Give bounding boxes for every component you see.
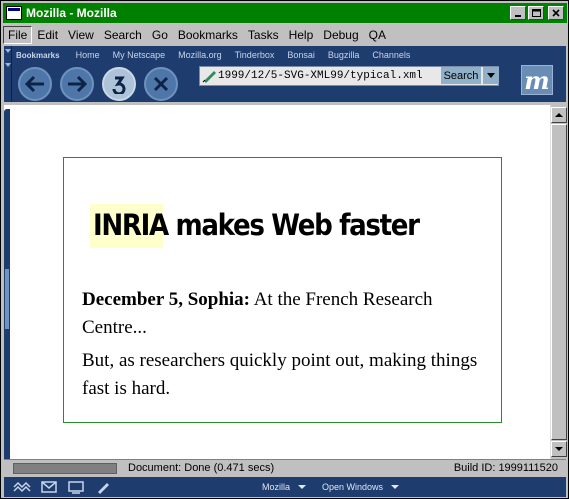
scroll-down-icon xyxy=(555,447,563,451)
mozilla-menu[interactable]: Mozilla xyxy=(262,482,307,492)
toolbar-grip[interactable] xyxy=(4,46,12,102)
scroll-down-button[interactable] xyxy=(551,441,567,457)
mozilla-menu-caret-icon xyxy=(298,485,307,489)
vertical-scrollbar[interactable] xyxy=(550,105,567,459)
mail-icon[interactable] xyxy=(40,480,58,494)
menu-view[interactable]: View xyxy=(63,26,99,44)
build-id: Build ID: 1999111520 xyxy=(453,462,558,474)
stop-icon xyxy=(153,76,169,92)
bookmarks-button[interactable]: Bookmarks xyxy=(16,51,60,60)
progress-meter xyxy=(13,462,117,474)
maximize-icon xyxy=(531,9,541,17)
sidebar-grip[interactable] xyxy=(4,109,10,459)
link-home[interactable]: Home xyxy=(76,50,100,60)
reload-button[interactable] xyxy=(102,67,136,101)
close-icon xyxy=(552,9,560,17)
forward-arrow-icon xyxy=(68,75,88,93)
link-bugzilla[interactable]: Bugzilla xyxy=(328,50,360,60)
forward-button[interactable] xyxy=(60,67,94,101)
headline: INRIA makes Web faster xyxy=(93,208,420,242)
content-area: INRIA makes Web faster December 5, Sophi… xyxy=(4,105,550,459)
back-arrow-icon xyxy=(24,75,44,93)
search-button[interactable]: Search xyxy=(441,67,481,84)
title-bar: Mozilla - Mozilla xyxy=(3,3,567,23)
search-dropdown-icon[interactable] xyxy=(483,67,499,84)
minimize-icon xyxy=(515,15,521,17)
open-windows-label: Open Windows xyxy=(322,482,384,492)
minimize-button[interactable] xyxy=(510,6,526,20)
menu-bookmarks[interactable]: Bookmarks xyxy=(173,26,243,44)
link-tinderbox[interactable]: Tinderbox xyxy=(235,50,275,60)
paragraph-2: But, as researchers quickly point out, m… xyxy=(82,350,478,399)
window-app-icon[interactable] xyxy=(6,6,22,20)
menu-search[interactable]: Search xyxy=(99,26,147,44)
reload-icon xyxy=(112,76,126,94)
maximize-button[interactable] xyxy=(528,6,544,20)
open-windows-menu[interactable]: Open Windows xyxy=(322,482,400,492)
menu-go[interactable]: Go xyxy=(147,26,173,44)
status-bar: Document: Done (0.471 secs) Build ID: 19… xyxy=(4,459,566,476)
scroll-thumb[interactable] xyxy=(551,124,567,440)
link-mozilla-org[interactable]: Mozilla.org xyxy=(178,50,222,60)
back-button[interactable] xyxy=(18,67,52,101)
mozilla-logo[interactable]: m xyxy=(521,65,553,95)
sidebar-grip-knob[interactable] xyxy=(5,269,9,329)
menu-edit[interactable]: Edit xyxy=(32,26,63,44)
browser-window: Mozilla - Mozilla File Edit View Search … xyxy=(0,0,569,499)
link-channels[interactable]: Channels xyxy=(372,50,410,60)
menu-bar: File Edit View Search Go Bookmarks Tasks… xyxy=(3,25,567,45)
close-button[interactable] xyxy=(548,6,564,20)
edit-icon[interactable] xyxy=(94,480,112,494)
scroll-up-icon xyxy=(555,113,563,117)
link-my-netscape[interactable]: My Netscape xyxy=(113,50,166,60)
dateline: December 5, Sophia: xyxy=(82,289,250,310)
open-windows-caret-icon xyxy=(391,485,400,489)
headline-highlight-text: INRIA xyxy=(93,208,169,242)
composer-icon[interactable] xyxy=(67,480,85,494)
stop-button[interactable] xyxy=(144,67,178,101)
menu-qa[interactable]: QA xyxy=(364,26,391,44)
navigator-icon[interactable] xyxy=(13,480,31,494)
headline-rest-text: makes Web faster xyxy=(167,208,420,242)
menu-file[interactable]: File xyxy=(3,26,33,44)
menu-debug[interactable]: Debug xyxy=(318,26,363,44)
link-bonsai[interactable]: Bonsai xyxy=(287,50,315,60)
navigation-toolbar: Bookmarks Home My Netscape Mozilla.org T… xyxy=(4,46,566,102)
mozilla-menu-label: Mozilla xyxy=(262,482,291,492)
menu-tasks[interactable]: Tasks xyxy=(243,26,284,44)
collapse-nav-icon[interactable] xyxy=(5,63,11,67)
page-proxy-icon[interactable] xyxy=(202,69,218,83)
menu-help[interactable]: Help xyxy=(284,26,319,44)
status-text: Document: Done (0.471 secs) xyxy=(128,462,275,474)
svg-document: INRIA makes Web faster December 5, Sophi… xyxy=(63,157,502,423)
paragraph-1: December 5, Sophia: At the French Resear… xyxy=(82,286,492,342)
personal-toolbar: Bookmarks Home My Netscape Mozilla.org T… xyxy=(16,49,423,61)
scroll-up-button[interactable] xyxy=(551,107,567,123)
window-title: Mozilla - Mozilla xyxy=(26,6,117,20)
task-bar: Mozilla Open Windows xyxy=(4,477,566,497)
collapse-personal-icon[interactable] xyxy=(5,49,11,53)
